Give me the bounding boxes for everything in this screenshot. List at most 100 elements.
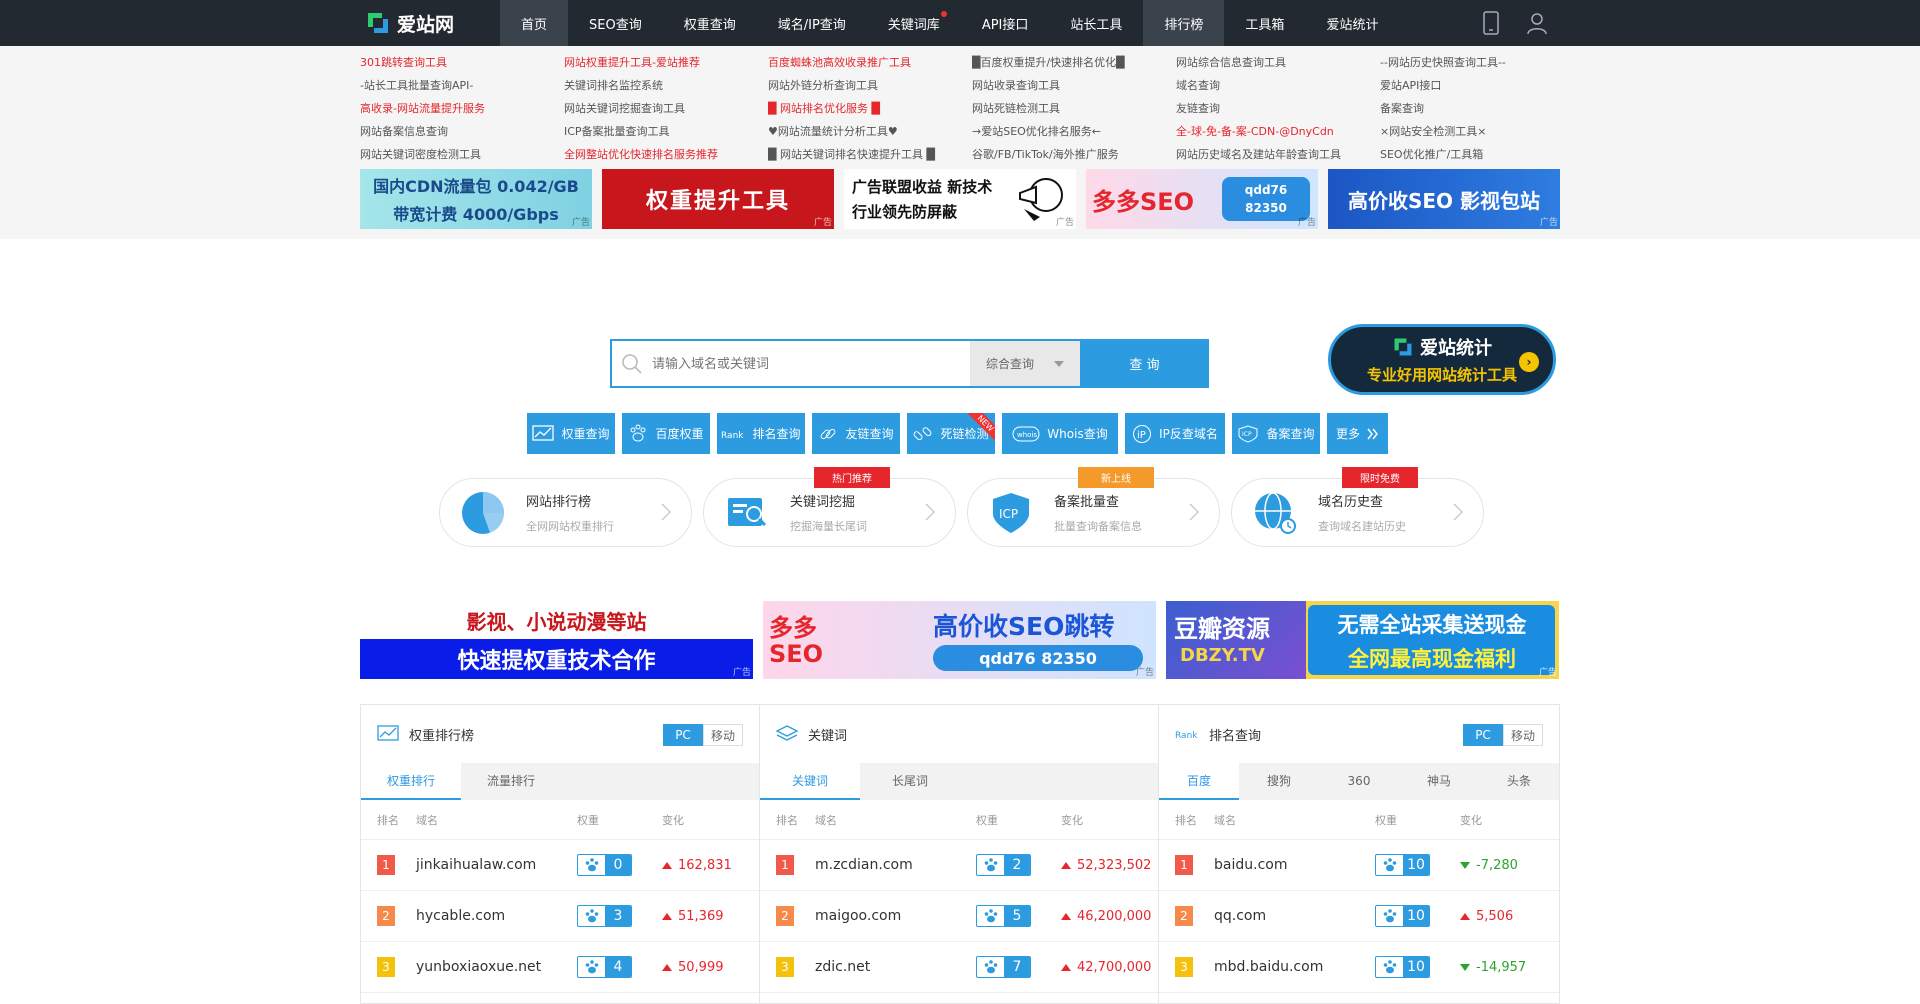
quick-link[interactable]: 网站外链分析查询工具 (768, 74, 972, 97)
banner-seo-video[interactable]: 高价收SEO 影视包站 广告 (1328, 169, 1560, 229)
table-row[interactable]: 3 yunboxiaoxue.net 4 50,999 (361, 942, 759, 993)
domain-link[interactable]: m.zcdian.com (815, 857, 913, 873)
quick-link[interactable]: 网站关键词密度检测工具 (360, 143, 564, 166)
tool-button-8[interactable]: ICP 备案查询 (1232, 413, 1320, 454)
quick-link[interactable]: 关键词排名监控系统 (564, 74, 768, 97)
quick-link[interactable]: █百度权重提升/快速排名优化█ (972, 51, 1176, 74)
quick-link[interactable]: 网站权重提升工具-爱站推荐 (564, 51, 768, 74)
panel-tab[interactable]: 神马 (1399, 763, 1479, 800)
user-icon[interactable] (1514, 0, 1560, 46)
domain-link[interactable]: baidu.com (1214, 857, 1287, 873)
quick-link[interactable]: 全-球-免-备-案-CDN-@DnyCdn (1176, 120, 1380, 143)
quick-link[interactable]: 高收录-网站流量提升服务 (360, 97, 564, 120)
quick-link[interactable]: 网站收录查询工具 (972, 74, 1176, 97)
nav-item-home[interactable]: 首页 (500, 0, 569, 46)
quick-link[interactable]: ICP备案批量查询工具 (564, 120, 768, 143)
quick-link[interactable]: 域名查询 (1176, 74, 1380, 97)
banner-duoduo-seo[interactable]: 多多SEO qdd76 82350 广告 (1086, 169, 1318, 229)
toggle-pc[interactable]: PC (1463, 724, 1503, 746)
tool-button-4[interactable]: 友链查询 (812, 413, 900, 454)
panel-tab[interactable]: 搜狗 (1239, 763, 1319, 800)
panel-tab[interactable]: 长尾词 (860, 763, 960, 800)
quick-link[interactable]: █ 网站关键词排名快速提升工具 █ (768, 143, 972, 166)
domain-link[interactable]: mbd.baidu.com (1214, 959, 1323, 975)
quick-link[interactable]: →爱站SEO优化排名服务← (972, 120, 1176, 143)
nav-item-keywords[interactable]: 关键词库 (867, 0, 961, 46)
panel-tab[interactable]: 关键词 (760, 763, 860, 800)
panel-tab[interactable]: 流量排行 (461, 763, 561, 800)
nav-item-domain-ip[interactable]: 域名/IP查询 (757, 0, 867, 46)
quick-link[interactable]: SEO优化推广/工具箱 (1380, 143, 1584, 166)
toggle-mobile[interactable]: 移动 (703, 724, 743, 746)
domain-link[interactable]: maigoo.com (815, 908, 901, 924)
domain-link[interactable]: yunboxiaoxue.net (416, 959, 541, 975)
quick-link[interactable]: █ 网站排名优化服务 █ (768, 97, 972, 120)
domain-link[interactable]: zdic.net (815, 959, 870, 975)
site-logo[interactable]: 爱站网 (365, 9, 454, 37)
tool-button-2[interactable]: 百度权重 (622, 413, 710, 454)
nav-item-weight[interactable]: 权重查询 (663, 0, 757, 46)
tool-button-1[interactable]: 权重查询 (527, 413, 615, 454)
toggle-pc[interactable]: PC (663, 724, 703, 746)
banner-film-novel[interactable]: 影视、小说动漫等站 快速提权重技术合作 广告 (360, 601, 753, 679)
table-row[interactable]: 3 zdic.net 7 42,700,000 (760, 942, 1158, 993)
banner-cdn[interactable]: 国内CDN流量包 0.042/GB 带宽计费 4000/Gbps 广告 (360, 169, 592, 229)
table-row[interactable]: 2 hycable.com 3 51,369 (361, 891, 759, 942)
panel-tab[interactable]: 360 (1319, 763, 1399, 800)
nav-item-api[interactable]: API接口 (961, 0, 1050, 46)
panel-tab[interactable]: 百度 (1159, 763, 1239, 800)
nav-item-toolbox[interactable]: 工具箱 (1224, 0, 1305, 46)
nav-item-stats[interactable]: 爱站统计 (1305, 0, 1399, 46)
keyword-mining-card[interactable]: 关键词挖掘 挖掘海量长尾词 热门推荐 (703, 467, 956, 547)
banner-ad-union[interactable]: 广告联盟收益 新技术 行业领先防屏蔽 广告 (844, 169, 1076, 229)
quick-link[interactable]: 百度蜘蛛池高效收录推广工具 (768, 51, 972, 74)
quick-link[interactable]: 全网整站优化快速排名服务推荐 (564, 143, 768, 166)
chevron-right-icon (1453, 503, 1464, 521)
panel-tab[interactable]: 权重排行 (361, 763, 461, 800)
site-ranking-card[interactable]: 网站排行榜 全网网站权重排行 (439, 478, 692, 547)
quick-link[interactable]: 友链查询 (1176, 97, 1380, 120)
table-row[interactable]: 3 mbd.baidu.com 10 -14,957 (1159, 942, 1559, 993)
quick-link[interactable]: --网站历史快照查询工具-- (1380, 51, 1584, 74)
quick-link[interactable]: ♥网站流量统计分析工具♥ (768, 120, 972, 143)
icp-batch-card[interactable]: ICP 备案批量查 批量查询备案信息 新上线 (967, 467, 1220, 547)
panel-tab[interactable]: 头条 (1479, 763, 1559, 800)
quick-link[interactable]: 网站关键词挖掘查询工具 (564, 97, 768, 120)
quick-link[interactable]: 爱站API接口 (1380, 74, 1584, 97)
nav-item-seo[interactable]: SEO查询 (568, 0, 663, 46)
nav-item-ranking[interactable]: 排行榜 (1143, 0, 1225, 46)
quick-link[interactable]: 301跳转查询工具 (360, 51, 564, 74)
quick-link[interactable]: 备案查询 (1380, 97, 1584, 120)
toggle-mobile[interactable]: 移动 (1503, 724, 1543, 746)
table-row[interactable]: 1 m.zcdian.com 2 52,323,502 (760, 840, 1158, 891)
search-input[interactable] (652, 341, 970, 386)
table-row[interactable]: 1 jinkaihualaw.com 0 162,831 (361, 840, 759, 891)
tool-button-7[interactable]: iP IP反查域名 (1125, 413, 1225, 454)
mobile-icon[interactable] (1468, 0, 1514, 46)
quick-link[interactable]: ×网站安全检测工具× (1380, 120, 1584, 143)
banner-douban-resource[interactable]: 豆瓣资源 DBZY.TV 无需全站采集送现金 全网最高现金福利 广告 (1166, 601, 1559, 679)
nav-item-tools[interactable]: 站长工具 (1049, 0, 1143, 46)
table-row[interactable]: 2 maigoo.com 5 46,200,000 (760, 891, 1158, 942)
search-type-select[interactable]: 综合查询 (970, 341, 1080, 386)
domain-link[interactable]: hycable.com (416, 908, 505, 924)
domain-history-card[interactable]: 域名历史查 查询域名建站历史 限时免费 (1231, 467, 1484, 547)
quick-link[interactable]: 网站综合信息查询工具 (1176, 51, 1380, 74)
table-row[interactable]: 1 baidu.com 10 -7,280 (1159, 840, 1559, 891)
quick-link[interactable]: 谷歌/FB/TikTok/海外推广服务 (972, 143, 1176, 166)
tool-button-6[interactable]: whois Whois查询 (1002, 413, 1118, 454)
quick-link[interactable]: 网站备案信息查询 (360, 120, 564, 143)
search-button[interactable]: 查 询 (1080, 339, 1209, 388)
tool-button-3[interactable]: Rank 排名查询 (717, 413, 805, 454)
banner-weight-tool[interactable]: 权重提升工具 广告 (602, 169, 834, 229)
quick-link[interactable]: 网站死链检测工具 (972, 97, 1176, 120)
domain-link[interactable]: qq.com (1214, 908, 1266, 924)
quick-link[interactable]: 网站历史域名及建站年龄查询工具 (1176, 143, 1380, 166)
aizhan-stats-promo[interactable]: 爱站统计 专业好用网站统计工具 › (1328, 324, 1556, 395)
quick-link[interactable]: -站长工具批量查询API- (360, 74, 564, 97)
domain-link[interactable]: jinkaihualaw.com (416, 857, 536, 873)
tool-button-9[interactable]: 更多 (1327, 413, 1388, 454)
tool-button-5[interactable]: 死链检测 NEW (907, 413, 995, 454)
banner-duoduo-seo-jump[interactable]: 多多SEO 高价收SEO跳转 qdd76 82350 广告 (763, 601, 1156, 679)
table-row[interactable]: 2 qq.com 10 5,506 (1159, 891, 1559, 942)
